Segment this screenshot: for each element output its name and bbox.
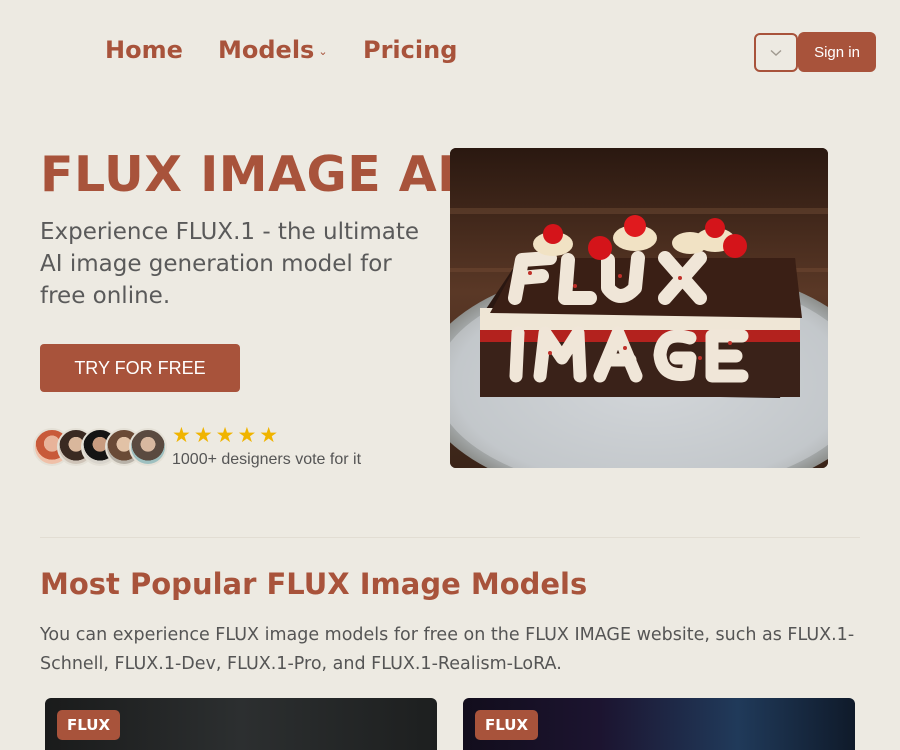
sign-in-button[interactable]: Sign in (798, 32, 876, 72)
avatar (129, 428, 167, 466)
hero-cake-image (450, 148, 828, 468)
hero-title: FLUX IMAGE AI (40, 146, 456, 203)
model-badge: FLUX (57, 710, 121, 740)
model-card[interactable]: FLUX (463, 698, 855, 750)
section-divider (40, 537, 860, 538)
model-card[interactable]: FLUX (45, 698, 437, 750)
nav-pricing-link[interactable]: Pricing (363, 36, 457, 64)
popular-models-title: Most Popular FLUX Image Models (40, 567, 588, 601)
language-dropdown-button[interactable] (754, 33, 798, 72)
popular-models-description: You can experience FLUX image models for… (40, 625, 855, 674)
chevron-down-icon (770, 49, 782, 56)
rating-stars: ★★★★★ (172, 423, 282, 447)
nav-home-link[interactable]: Home (105, 36, 183, 64)
avatar-group (33, 428, 173, 468)
vote-text: 1000+ designers vote for it (172, 451, 362, 468)
nav-models-label: Models (218, 36, 315, 64)
cake-illustration (450, 148, 828, 468)
hero-subtitle: Experience FLUX.1 - the ultimate AI imag… (40, 219, 420, 309)
model-badge: FLUX (475, 710, 539, 740)
nav-models-link[interactable]: Models ⌄ (218, 36, 328, 64)
try-for-free-button[interactable]: TRY FOR FREE (40, 344, 240, 392)
top-nav: Home Models ⌄ Pricing Sign in (0, 0, 900, 104)
chevron-down-icon: ⌄ (318, 45, 328, 58)
